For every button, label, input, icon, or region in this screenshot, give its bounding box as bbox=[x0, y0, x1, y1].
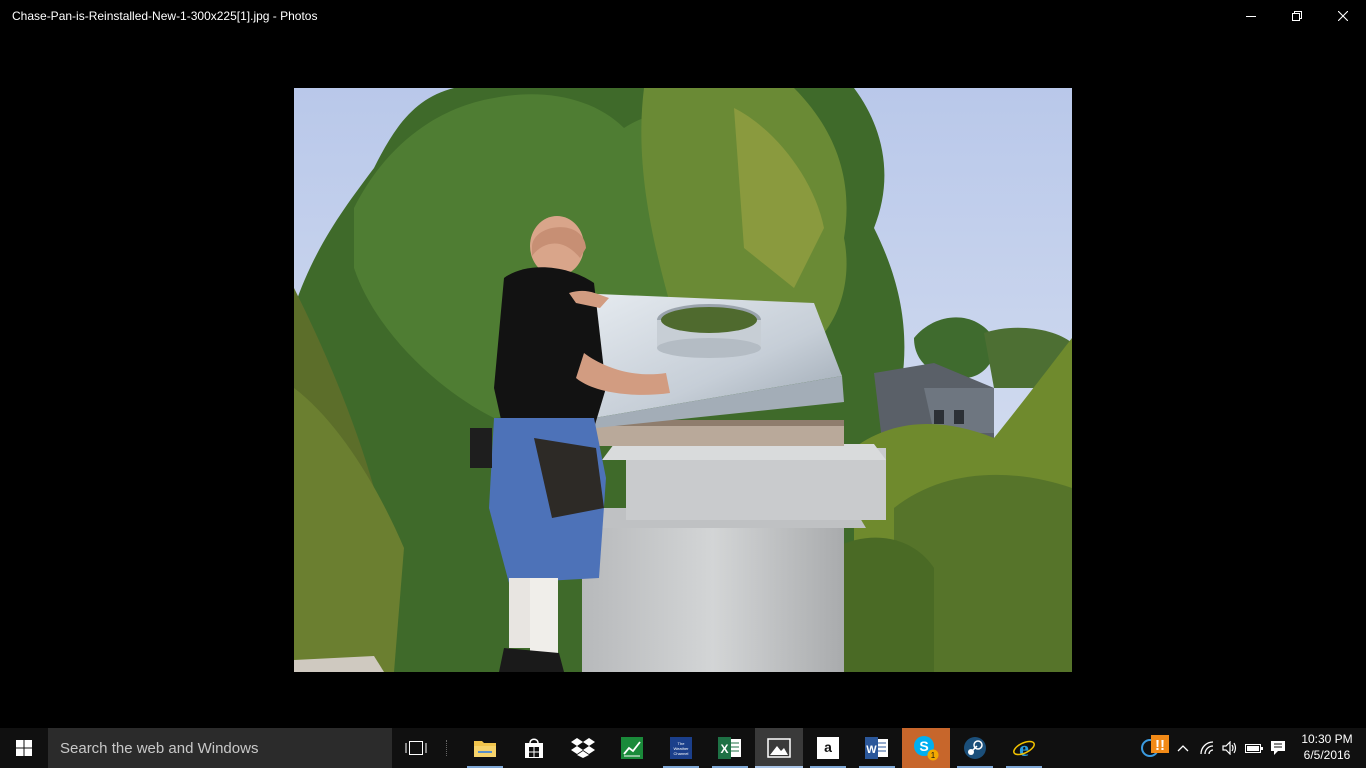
amazon-icon: a bbox=[817, 737, 839, 759]
dropbox-icon bbox=[571, 738, 595, 758]
skype-icon: S 1 bbox=[914, 736, 939, 761]
taskbar-word[interactable]: W bbox=[853, 728, 901, 768]
window-title: Chase-Pan-is-Reinstalled-New-1-300x225[1… bbox=[12, 9, 318, 23]
chevron-up-icon bbox=[1177, 745, 1189, 752]
svg-text:Channel: Channel bbox=[674, 751, 689, 756]
task-view-button[interactable] bbox=[393, 728, 439, 768]
taskbar-steam[interactable] bbox=[951, 728, 999, 768]
minimize-button[interactable] bbox=[1228, 0, 1274, 32]
taskbar-file-explorer[interactable] bbox=[461, 728, 509, 768]
close-button[interactable] bbox=[1320, 0, 1366, 32]
network-button[interactable] bbox=[1198, 738, 1218, 758]
svg-text:S: S bbox=[919, 738, 928, 754]
weather-channel-icon: The Weather Channel bbox=[670, 737, 692, 759]
svg-text:!!: !! bbox=[1155, 737, 1165, 753]
steam-icon bbox=[964, 737, 986, 759]
svg-text:1: 1 bbox=[931, 751, 936, 760]
taskbar-separator bbox=[446, 740, 449, 756]
svg-text:e: e bbox=[1019, 736, 1029, 760]
start-button[interactable] bbox=[0, 728, 48, 768]
notifications-icon bbox=[1271, 741, 1285, 755]
taskbar-excel[interactable]: X bbox=[706, 728, 754, 768]
clock-button[interactable]: 10:30 PM 6/5/2016 bbox=[1296, 731, 1358, 763]
taskbar-amazon[interactable]: a bbox=[804, 728, 852, 768]
minimize-icon bbox=[1246, 16, 1256, 17]
taskbar-money[interactable] bbox=[608, 728, 656, 768]
search-placeholder: Search the web and Windows bbox=[60, 740, 259, 757]
svg-text:W: W bbox=[866, 744, 877, 756]
close-icon bbox=[1338, 11, 1348, 21]
restore-icon bbox=[1292, 11, 1302, 21]
action-center-button[interactable] bbox=[1268, 738, 1288, 758]
taskbar-dropbox[interactable] bbox=[559, 728, 607, 768]
windows-logo-icon bbox=[16, 740, 32, 756]
svg-text:a: a bbox=[824, 739, 832, 755]
volume-icon bbox=[1222, 741, 1237, 755]
warning-icon: !! bbox=[1151, 735, 1169, 753]
clock-date: 6/5/2016 bbox=[1303, 748, 1351, 762]
volume-button[interactable] bbox=[1220, 738, 1240, 758]
taskbar-store[interactable] bbox=[510, 728, 558, 768]
excel-icon: X bbox=[718, 737, 741, 759]
restore-button[interactable] bbox=[1274, 0, 1320, 32]
battery-icon bbox=[1245, 744, 1263, 753]
title-bar: Chase-Pan-is-Reinstalled-New-1-300x225[1… bbox=[0, 0, 1366, 32]
svg-text:X: X bbox=[720, 742, 728, 756]
taskbar-weather-channel[interactable]: The Weather Channel bbox=[657, 728, 705, 768]
folder-icon bbox=[474, 741, 496, 757]
clock-time: 10:30 PM bbox=[1301, 732, 1353, 746]
battery-button[interactable] bbox=[1244, 738, 1264, 758]
store-icon bbox=[525, 738, 543, 758]
taskbar-internet-explorer[interactable]: e bbox=[1000, 728, 1048, 768]
word-icon: W bbox=[865, 737, 888, 759]
photos-icon bbox=[767, 738, 791, 758]
taskbar-photos[interactable] bbox=[755, 728, 803, 768]
photo-viewer-image[interactable] bbox=[294, 88, 1072, 672]
taskbar-skype[interactable]: S 1 bbox=[902, 728, 950, 768]
warning-tray-button[interactable]: !! bbox=[1150, 734, 1170, 754]
show-hidden-icons-button[interactable] bbox=[1173, 738, 1193, 758]
search-box[interactable]: Search the web and Windows bbox=[48, 728, 392, 768]
ie-icon: e bbox=[1013, 736, 1035, 760]
chart-app-icon bbox=[621, 737, 643, 759]
taskbar: Search the web and Windows The Weather C… bbox=[0, 728, 1366, 768]
task-view-icon bbox=[405, 741, 427, 755]
wifi-icon bbox=[1200, 741, 1214, 755]
